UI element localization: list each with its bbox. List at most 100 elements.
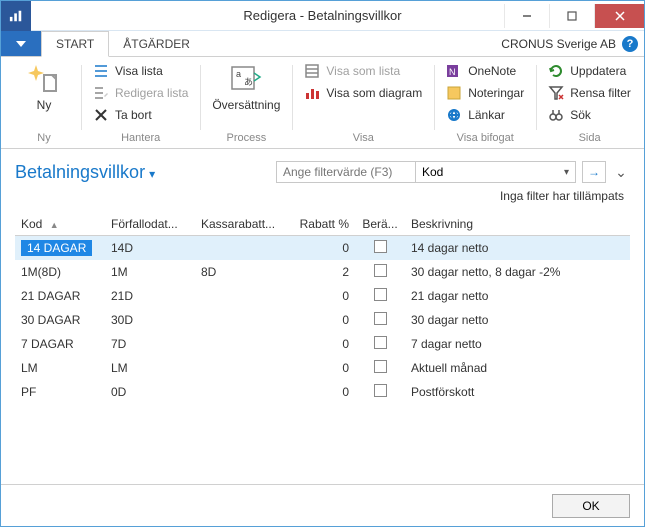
expand-filter-button[interactable]: ⌄	[612, 161, 630, 183]
cell-berakna[interactable]	[355, 356, 405, 380]
show-as-chart-button[interactable]: Visa som diagram	[300, 83, 426, 103]
cell-berakna[interactable]	[355, 380, 405, 404]
footer: OK	[1, 484, 644, 526]
cell-beskrivning[interactable]: 7 dagar netto	[405, 332, 630, 356]
cell-kassarabatt[interactable]	[195, 356, 285, 380]
cell-kassarabatt[interactable]	[195, 236, 285, 261]
maximize-button[interactable]	[549, 4, 594, 28]
ok-button[interactable]: OK	[552, 494, 630, 518]
checkbox-icon[interactable]	[374, 312, 387, 325]
cell-beskrivning[interactable]: 14 dagar netto	[405, 236, 630, 261]
table-row[interactable]: 14 DAGAR 14D 0 14 dagar netto	[15, 236, 630, 261]
page-title-dropdown[interactable]: Betalningsvillkor ▾	[15, 162, 155, 183]
refresh-icon	[548, 63, 564, 79]
cell-kod[interactable]: 1M(8D)	[21, 265, 61, 279]
svg-text:a: a	[236, 69, 241, 79]
cell-kod[interactable]: 7 DAGAR	[21, 337, 74, 351]
cell-rabatt[interactable]: 0	[285, 284, 355, 308]
notes-button[interactable]: Noteringar	[442, 83, 528, 103]
cell-kod[interactable]: 21 DAGAR	[21, 289, 80, 303]
cell-kod[interactable]: PF	[21, 385, 36, 399]
help-icon[interactable]: ?	[622, 36, 638, 52]
cell-forfallo[interactable]: LM	[105, 356, 195, 380]
file-menu-button[interactable]	[1, 31, 41, 56]
apply-filter-button[interactable]: →	[582, 161, 606, 183]
cell-rabatt[interactable]: 2	[285, 260, 355, 284]
delete-button[interactable]: Ta bort	[89, 105, 192, 125]
cell-kod[interactable]: LM	[21, 361, 38, 375]
cell-kassarabatt[interactable]	[195, 332, 285, 356]
tab-strip: START ÅTGÄRDER CRONUS Sverige AB ?	[1, 31, 644, 57]
search-button[interactable]: Sök	[544, 105, 635, 125]
cell-kassarabatt[interactable]	[195, 284, 285, 308]
cell-beskrivning[interactable]: 30 dagar netto, 8 dagar -2%	[405, 260, 630, 284]
table-row[interactable]: PF 0D 0 Postförskott	[15, 380, 630, 404]
checkbox-icon[interactable]	[374, 240, 387, 253]
tab-actions[interactable]: ÅTGÄRDER	[109, 31, 205, 56]
cell-berakna[interactable]	[355, 284, 405, 308]
close-button[interactable]	[594, 4, 644, 28]
filter-field-value: Kod	[422, 165, 443, 179]
cell-beskrivning[interactable]: Postförskott	[405, 380, 630, 404]
ribbon-group-visa-bifogat: N OneNote Noteringar Länkar	[434, 61, 536, 148]
cell-rabatt[interactable]: 0	[285, 332, 355, 356]
cell-forfallo[interactable]: 1M	[105, 260, 195, 284]
table-row[interactable]: 30 DAGAR 30D 0 30 dagar netto	[15, 308, 630, 332]
cell-forfallo[interactable]: 30D	[105, 308, 195, 332]
cell-kassarabatt[interactable]	[195, 308, 285, 332]
cell-kod[interactable]: 30 DAGAR	[21, 313, 80, 327]
col-berakna[interactable]: Berä...	[355, 213, 405, 236]
clear-filter-button[interactable]: Rensa filter	[544, 83, 635, 103]
table-row[interactable]: LM LM 0 Aktuell månad	[15, 356, 630, 380]
translation-button[interactable]: a あ Översättning	[208, 61, 284, 114]
table-row[interactable]: 1M(8D) 1M8D2 30 dagar netto, 8 dagar -2%	[15, 260, 630, 284]
col-kod[interactable]: Kod ▲	[15, 213, 105, 236]
cell-beskrivning[interactable]: Aktuell månad	[405, 356, 630, 380]
cell-forfallo[interactable]: 0D	[105, 380, 195, 404]
view-list-button[interactable]: Visa lista	[89, 61, 192, 81]
links-button[interactable]: Länkar	[442, 105, 528, 125]
col-kassarabatt[interactable]: Kassarabatt...	[195, 213, 285, 236]
clear-filter-label: Rensa filter	[570, 86, 631, 100]
cell-kassarabatt[interactable]: 8D	[195, 260, 285, 284]
checkbox-icon[interactable]	[374, 384, 387, 397]
cell-forfallo[interactable]: 14D	[105, 236, 195, 261]
cell-berakna[interactable]	[355, 236, 405, 261]
new-button[interactable]: Ny	[15, 61, 73, 114]
edit-list-button[interactable]: Redigera lista	[89, 83, 192, 103]
col-forfallo[interactable]: Förfallodat...	[105, 213, 195, 236]
cell-berakna[interactable]	[355, 308, 405, 332]
cell-beskrivning[interactable]: 21 dagar netto	[405, 284, 630, 308]
cell-berakna[interactable]	[355, 260, 405, 284]
clear-filter-icon	[548, 85, 564, 101]
cell-rabatt[interactable]: 0	[285, 308, 355, 332]
page-title: Betalningsvillkor	[15, 162, 145, 183]
refresh-button[interactable]: Uppdatera	[544, 61, 635, 81]
filter-value-input[interactable]	[276, 161, 416, 183]
minimize-button[interactable]	[504, 4, 549, 28]
cell-kassarabatt[interactable]	[195, 380, 285, 404]
cell-kod[interactable]: 14 DAGAR	[21, 240, 92, 256]
checkbox-icon[interactable]	[374, 264, 387, 277]
cell-beskrivning[interactable]: 30 dagar netto	[405, 308, 630, 332]
show-as-list-button[interactable]: Visa som lista	[300, 61, 426, 81]
sparkle-new-icon	[28, 63, 60, 95]
tab-start[interactable]: START	[41, 31, 109, 57]
cell-forfallo[interactable]: 21D	[105, 284, 195, 308]
filter-field-select[interactable]: Kod ▾	[416, 161, 576, 183]
cell-rabatt[interactable]: 0	[285, 236, 355, 261]
table-row[interactable]: 21 DAGAR 21D 0 21 dagar netto	[15, 284, 630, 308]
onenote-icon: N	[446, 63, 462, 79]
checkbox-icon[interactable]	[374, 336, 387, 349]
cell-berakna[interactable]	[355, 332, 405, 356]
table-row[interactable]: 7 DAGAR 7D 0 7 dagar netto	[15, 332, 630, 356]
checkbox-icon[interactable]	[374, 288, 387, 301]
col-rabatt[interactable]: Rabatt %	[285, 213, 355, 236]
cell-forfallo[interactable]: 7D	[105, 332, 195, 356]
col-beskrivning[interactable]: Beskrivning	[405, 213, 630, 236]
checkbox-icon[interactable]	[374, 360, 387, 373]
onenote-button[interactable]: N OneNote	[442, 61, 528, 81]
cell-rabatt[interactable]: 0	[285, 380, 355, 404]
cell-rabatt[interactable]: 0	[285, 356, 355, 380]
data-grid[interactable]: Kod ▲ Förfallodat... Kassarabatt... Raba…	[15, 213, 630, 404]
